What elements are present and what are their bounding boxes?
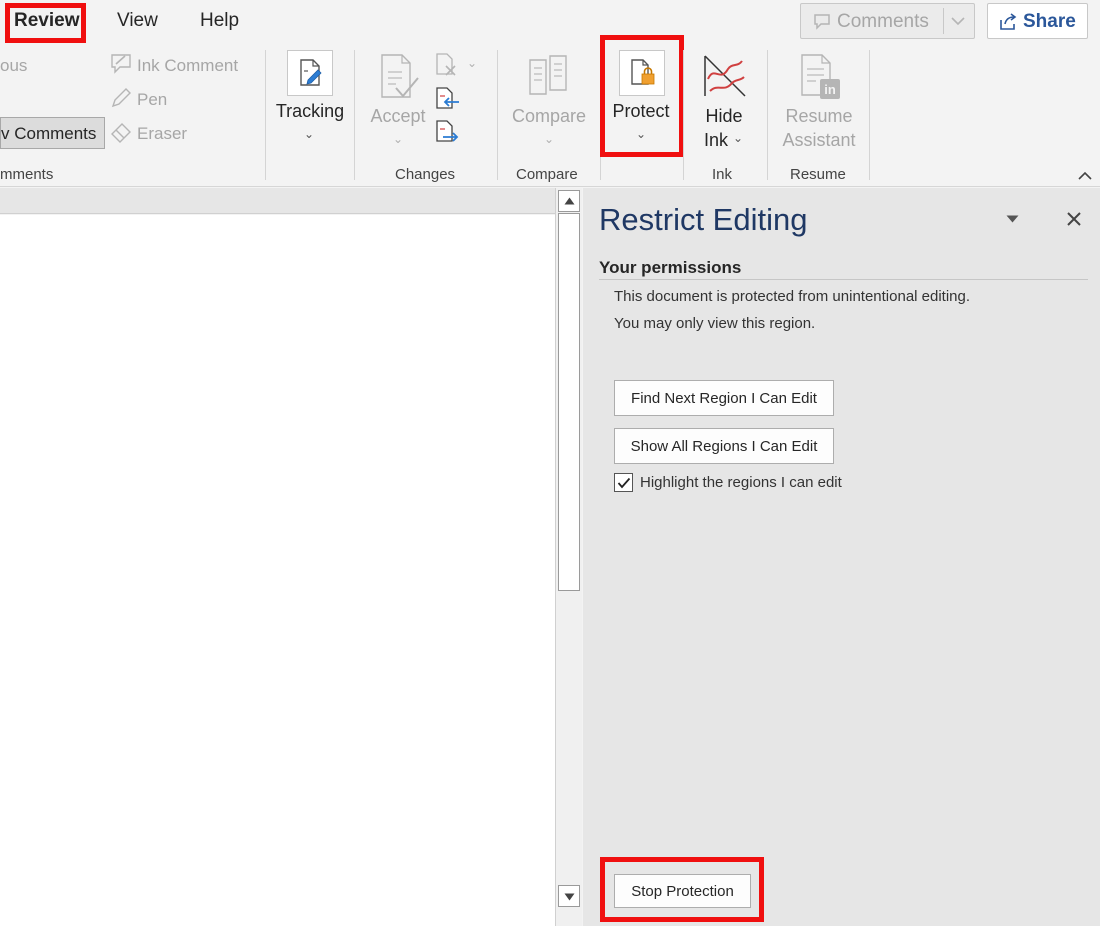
triangle-down-icon <box>564 893 575 901</box>
show-comments-button[interactable]: v Comments <box>0 117 105 149</box>
changes-group-label: Changes <box>395 166 456 183</box>
tracking-icon <box>300 59 322 86</box>
separator <box>497 50 498 180</box>
chevron-down-icon[interactable] <box>951 17 965 26</box>
resume-group-label: Resume <box>790 166 846 183</box>
ribbon: Review View Help Comments Share ous v Co… <box>0 0 1100 187</box>
highlight-regions-label[interactable]: Highlight the regions I can edit <box>640 474 842 491</box>
ink-group-label: Ink <box>712 166 733 183</box>
separator <box>683 50 684 180</box>
accept-button[interactable]: Accept <box>360 106 436 127</box>
tracking-icon-box[interactable] <box>287 50 333 96</box>
hide-ink-line1[interactable]: Hide <box>695 106 753 127</box>
comments-group-label: mments <box>0 166 54 183</box>
eraser-icon <box>111 123 131 143</box>
find-next-region-button[interactable]: Find Next Region I Can Edit <box>614 380 834 416</box>
tracking-button[interactable]: Tracking <box>270 101 350 122</box>
svg-text:in: in <box>824 82 836 97</box>
separator <box>354 50 355 180</box>
reject-icon[interactable] <box>435 52 459 78</box>
document-page[interactable] <box>0 215 555 926</box>
hide-ink-line2[interactable]: Ink <box>695 130 737 151</box>
pane-subtitle: Your permissions <box>599 258 742 277</box>
scroll-down-button[interactable] <box>558 885 580 907</box>
divider <box>599 279 1088 280</box>
chevron-down-icon[interactable]: ⌄ <box>467 56 477 70</box>
comments-button[interactable]: Comments <box>800 3 975 39</box>
scroll-thumb[interactable] <box>558 213 580 591</box>
share-icon <box>1000 13 1017 30</box>
review-tab-highlight <box>5 3 86 43</box>
chevron-down-icon[interactable]: ⌄ <box>304 127 314 141</box>
chevron-down-icon[interactable]: ⌄ <box>393 132 403 146</box>
vertical-scrollbar[interactable] <box>555 188 582 926</box>
tab-view[interactable]: View <box>117 10 158 32</box>
compare-group-label: Compare <box>516 166 578 183</box>
hide-ink-icon <box>704 55 746 97</box>
separator <box>869 50 870 180</box>
compare-button[interactable]: Compare <box>505 106 593 127</box>
comment-icon <box>814 14 830 30</box>
divider <box>943 8 944 34</box>
pen-icon <box>111 88 131 108</box>
show-comments-label: v Comments <box>1 124 97 143</box>
previous-comment-button[interactable]: ous <box>0 56 27 76</box>
close-icon[interactable] <box>1066 211 1082 227</box>
tab-help[interactable]: Help <box>200 10 239 32</box>
previous-change-icon[interactable] <box>435 86 461 112</box>
permission-text-2: You may only view this region. <box>614 315 816 332</box>
compare-icon <box>529 55 567 95</box>
show-all-regions-button[interactable]: Show All Regions I Can Edit <box>614 428 834 464</box>
highlight-regions-checkbox[interactable] <box>614 473 633 492</box>
share-button[interactable]: Share <box>987 3 1088 39</box>
restrict-editing-pane: Restrict Editing Your permissions This d… <box>583 188 1100 926</box>
comments-button-label: Comments <box>837 11 929 32</box>
ink-comment-icon <box>111 54 131 74</box>
accept-icon <box>381 54 419 98</box>
separator <box>767 50 768 180</box>
pane-title: Restrict Editing <box>599 202 808 237</box>
collapse-ribbon-icon[interactable] <box>1078 171 1092 180</box>
stop-protection-highlight <box>600 857 764 922</box>
chevron-down-icon[interactable]: ⌄ <box>544 132 554 146</box>
protect-highlight <box>600 35 684 157</box>
separator <box>265 50 266 180</box>
resume-assistant-line1[interactable]: Resume <box>775 106 863 127</box>
pen-button[interactable]: Pen <box>137 90 167 110</box>
ruler-strip <box>0 188 555 214</box>
eraser-button[interactable]: Eraser <box>137 124 187 144</box>
share-button-label: Share <box>1023 11 1076 32</box>
triangle-up-icon <box>564 197 575 205</box>
next-change-icon[interactable] <box>435 119 461 145</box>
checkmark-icon <box>617 477 631 489</box>
pane-options-icon[interactable] <box>1006 215 1019 223</box>
resume-assistant-icon: in <box>801 54 840 99</box>
chevron-down-icon[interactable]: ⌄ <box>733 131 743 145</box>
ink-comment-button[interactable]: Ink Comment <box>137 56 238 76</box>
permission-text-1: This document is protected from unintent… <box>614 288 971 305</box>
scroll-up-button[interactable] <box>558 190 580 212</box>
resume-assistant-line2[interactable]: Assistant <box>775 130 863 151</box>
